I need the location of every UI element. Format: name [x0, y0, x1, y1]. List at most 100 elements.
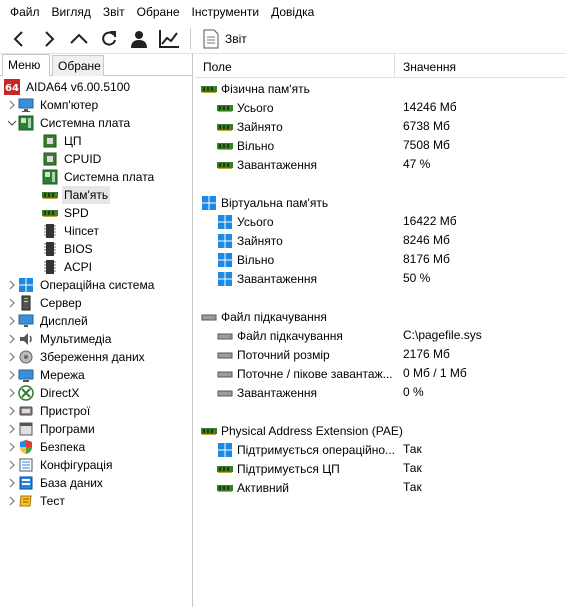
tree-item-bios[interactable]: BIOS	[42, 240, 95, 258]
field-label: Підтримується операційно...	[237, 442, 395, 457]
tree-item-database[interactable]: База даних	[6, 474, 105, 492]
table-row[interactable]: Завантаження 47 %	[195, 155, 566, 174]
section-header: Файл підкачування	[195, 307, 566, 326]
windows-icon	[201, 195, 217, 211]
column-value[interactable]: Значення	[395, 54, 566, 78]
chevron-right-icon[interactable]	[6, 420, 18, 438]
table-row[interactable]: Активний Так	[195, 478, 566, 497]
tree-item-label: DirectX	[40, 386, 80, 400]
tree-item-label: Системна плата	[64, 170, 155, 184]
chevron-right-icon[interactable]	[6, 474, 18, 492]
table-row[interactable]: Підтримується ЦП Так	[195, 459, 566, 478]
menu-bar: Файл Вигляд Звіт Обране Інструменти Дові…	[0, 0, 566, 24]
table-row[interactable]: Завантаження 0 %	[195, 383, 566, 402]
field-value: 7508 Мб	[403, 138, 450, 152]
tree-item-storage[interactable]: Збереження даних	[6, 348, 147, 366]
field-label: Завантаження	[237, 157, 317, 172]
tree-item-os[interactable]: Операційна система	[6, 276, 156, 294]
tree-item-directx[interactable]: DirectX	[6, 384, 81, 402]
menu-file[interactable]: Файл	[4, 0, 46, 24]
chevron-right-icon[interactable]	[6, 456, 18, 474]
tree-item-display[interactable]: Дисплей	[6, 312, 90, 330]
table-row[interactable]: Поточне / пікове завантаж... 0 Мб / 1 Мб	[195, 364, 566, 383]
tree-item-label: Мультимедіа	[40, 332, 112, 346]
chevron-right-icon[interactable]	[6, 312, 18, 330]
menu-view[interactable]: Вигляд	[46, 0, 97, 24]
chevron-right-icon[interactable]	[6, 276, 18, 294]
chevron-right-icon[interactable]	[6, 348, 18, 366]
tree-item-system-board[interactable]: Системна плата	[42, 168, 156, 186]
report-button[interactable]: Звіт	[199, 25, 251, 53]
config-icon	[18, 457, 34, 473]
tree-root[interactable]: 64 AIDA64 v6.00.5100	[4, 78, 132, 96]
tree-item-label: База даних	[40, 476, 103, 490]
chevron-right-icon[interactable]	[6, 384, 18, 402]
table-row[interactable]: Вільно 7508 Мб	[195, 136, 566, 155]
field-label: Завантаження	[237, 385, 317, 400]
field-value: 47 %	[403, 157, 431, 171]
chevron-right-icon[interactable]	[6, 96, 18, 114]
tree-item-server[interactable]: Сервер	[6, 294, 84, 312]
tree-item-spd[interactable]: SPD	[42, 204, 91, 222]
ram-icon	[217, 119, 233, 135]
tree-item-motherboard[interactable]: Системна плата	[6, 114, 132, 132]
tab-favorites[interactable]: Обране	[52, 55, 104, 76]
cpu-icon	[42, 133, 58, 149]
motherboard-icon	[42, 169, 58, 185]
forward-button[interactable]	[34, 25, 64, 53]
network-icon	[18, 367, 34, 383]
tree-item-memory[interactable]: Пам'ять	[42, 186, 111, 204]
navigation-panel: Меню Обране 64 AIDA64 v6.00.5100 Комп'ют…	[0, 54, 193, 607]
chart-button[interactable]	[154, 25, 184, 53]
table-row[interactable]: Зайнято 6738 Мб	[195, 117, 566, 136]
tree-item-label: Пристрої	[40, 404, 91, 418]
tree-item-programs[interactable]: Програми	[6, 420, 97, 438]
table-row[interactable]: Зайнято 8246 Мб	[195, 231, 566, 250]
tree-item-acpi[interactable]: ACPI	[42, 258, 94, 276]
field-label: Файл підкачування	[237, 328, 343, 343]
tree-item-config[interactable]: Конфігурація	[6, 456, 114, 474]
menu-favorites[interactable]: Обране	[131, 0, 186, 24]
chevron-down-icon[interactable]	[6, 114, 18, 132]
tree-item-devices[interactable]: Пристрої	[6, 402, 92, 420]
chevron-right-icon[interactable]	[6, 294, 18, 312]
chevron-right-icon[interactable]	[6, 438, 18, 456]
tree-item-chipset[interactable]: Чіпсет	[42, 222, 101, 240]
tree-item-label: Мережа	[40, 368, 85, 382]
table-row[interactable]: Підтримується операційно... Так	[195, 440, 566, 459]
tree-item-network[interactable]: Мережа	[6, 366, 87, 384]
table-row[interactable]: Усього 16422 Мб	[195, 212, 566, 231]
details-panel: Поле Значення Фізична пам'ять Усього 142…	[195, 54, 566, 607]
menu-report[interactable]: Звіт	[97, 0, 131, 24]
table-row[interactable]: Поточний розмір 2176 Мб	[195, 345, 566, 364]
chevron-right-icon[interactable]	[6, 330, 18, 348]
chevron-right-icon[interactable]	[6, 402, 18, 420]
chevron-right-icon[interactable]	[6, 366, 18, 384]
chevron-right-icon[interactable]	[6, 492, 18, 510]
tree-item-cpu[interactable]: ЦП	[42, 132, 84, 150]
back-button[interactable]	[4, 25, 34, 53]
table-row[interactable]: Усього 14246 Мб	[195, 98, 566, 117]
tree-item-computer[interactable]: Комп'ютер	[6, 96, 100, 114]
tab-menu[interactable]: Меню	[2, 54, 50, 76]
up-button[interactable]	[64, 25, 94, 53]
tree-item-multimedia[interactable]: Мультимедіа	[6, 330, 113, 348]
refresh-button[interactable]	[94, 25, 124, 53]
table-row[interactable]: Файл підкачування C:\pagefile.sys	[195, 326, 566, 345]
table-row[interactable]: Вільно 8176 Мб	[195, 250, 566, 269]
tree-item-cpuid[interactable]: CPUID	[42, 150, 103, 168]
field-value: 50 %	[403, 271, 431, 285]
user-button[interactable]	[124, 25, 154, 53]
tree-item-security[interactable]: Безпека	[6, 438, 87, 456]
table-row[interactable]: Завантаження 50 %	[195, 269, 566, 288]
refresh-icon	[102, 30, 116, 46]
menu-help[interactable]: Довідка	[265, 0, 320, 24]
chevron-up-icon	[70, 33, 88, 44]
tree-item-test[interactable]: Тест	[6, 492, 67, 510]
column-field[interactable]: Поле	[195, 54, 395, 78]
ram-icon	[217, 157, 233, 173]
field-label: Підтримується ЦП	[237, 461, 340, 476]
menu-tools[interactable]: Інструменти	[186, 0, 266, 24]
ram-icon	[217, 480, 233, 496]
section-header: Віртуальна пам'ять	[195, 193, 566, 212]
